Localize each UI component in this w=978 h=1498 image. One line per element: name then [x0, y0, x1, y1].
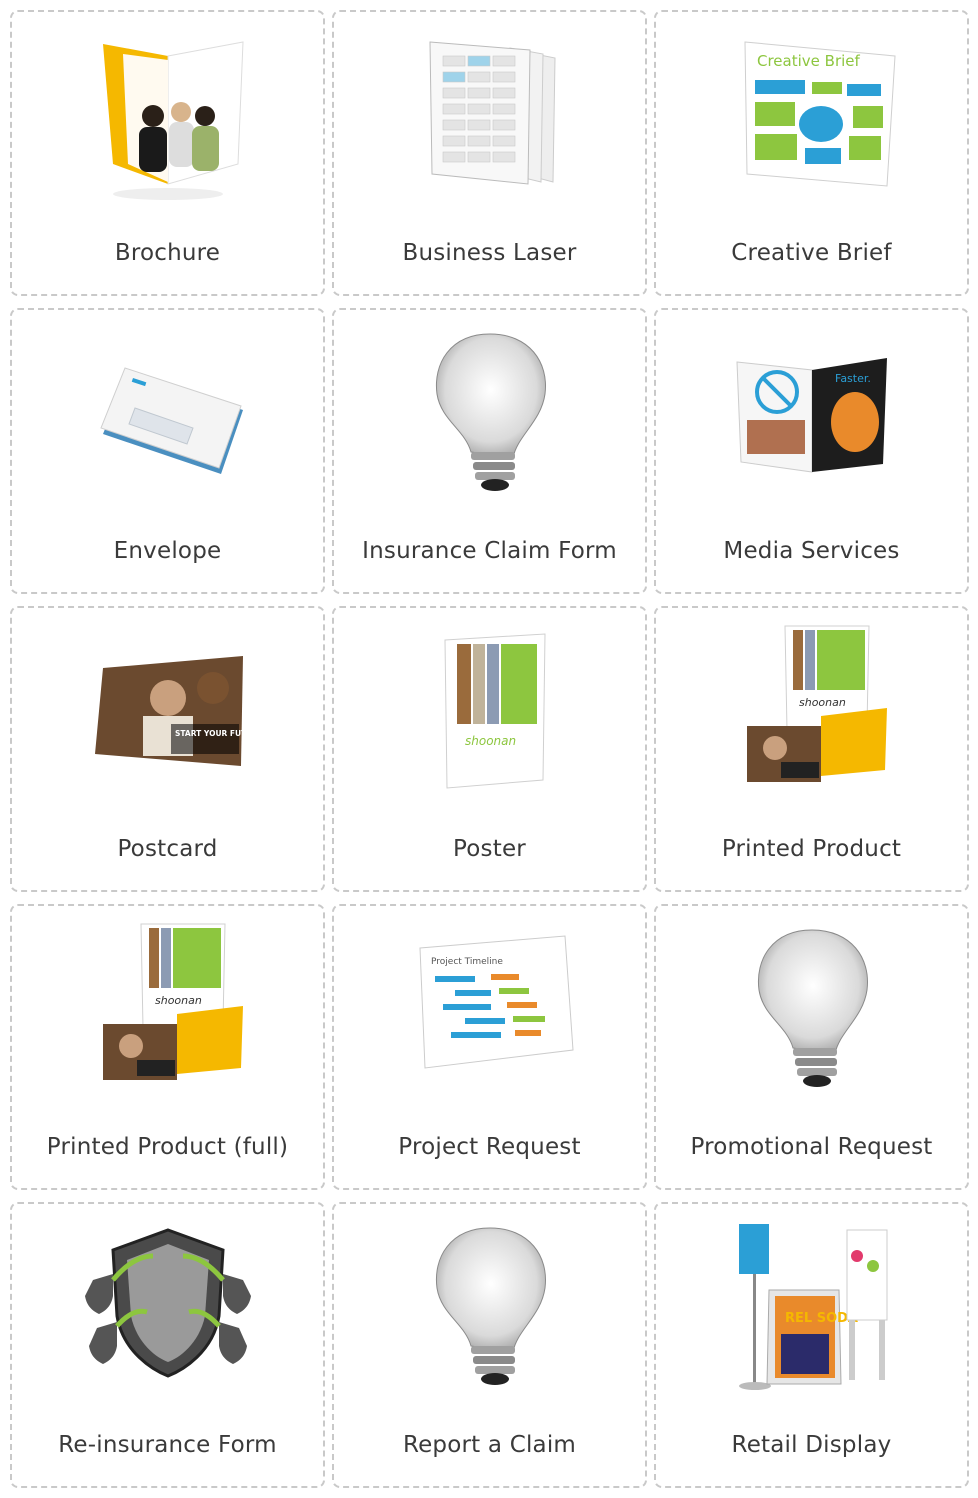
tile-printed-product[interactable]: shoonan Printed Product: [654, 606, 969, 892]
creative-brief-icon: Creative Brief: [717, 24, 907, 214]
tile-envelope[interactable]: Envelope: [10, 308, 325, 594]
shield-icon: [73, 1216, 263, 1406]
tile-brochure[interactable]: Brochure: [10, 10, 325, 296]
tile-promotional-request[interactable]: Promotional Request: [654, 904, 969, 1190]
tile-label: Media Services: [723, 538, 900, 564]
tile-label: Printed Product: [721, 836, 902, 862]
product-grid: Brochure Business Laser Creative Brief C…: [0, 0, 978, 1498]
tile-label: Business Laser: [402, 240, 577, 266]
tile-creative-brief[interactable]: Creative Brief Creative Brief: [654, 10, 969, 296]
poster-icon: shoonan: [395, 620, 585, 810]
tile-label: Re-insurance Form: [58, 1432, 277, 1458]
tile-label: Report a Claim: [402, 1432, 577, 1458]
brochure-icon: [73, 24, 263, 214]
tile-retail-display[interactable]: REL SODA Retail Display: [654, 1202, 969, 1488]
lightbulb-icon: [395, 322, 585, 512]
tile-label: Printed Product (full): [46, 1134, 289, 1160]
postcard-icon: START YOUR FUTURE TODAY: [73, 620, 263, 810]
tile-report-a-claim[interactable]: Report a Claim: [332, 1202, 647, 1488]
tile-label: Promotional Request: [690, 1134, 933, 1160]
poster-brand: shoonan: [465, 734, 516, 748]
tile-label: Envelope: [113, 538, 222, 564]
printed-product-brand: shoonan: [799, 696, 846, 709]
tile-poster[interactable]: shoonan Poster: [332, 606, 647, 892]
tile-project-request[interactable]: Project Timeline Project Request: [332, 904, 647, 1190]
tile-label: Poster: [453, 836, 526, 862]
business-laser-icon: [395, 24, 585, 214]
lightbulb-icon: [395, 1216, 585, 1406]
timeline-title: Project Timeline: [431, 957, 503, 967]
magazine-icon: Faster.: [717, 322, 907, 512]
tile-postcard[interactable]: START YOUR FUTURE TODAY Postcard: [10, 606, 325, 892]
postcard-headline: START YOUR FUTURE TODAY: [175, 729, 263, 738]
printed-product-icon: shoonan: [717, 620, 907, 810]
retail-display-icon: REL SODA: [717, 1216, 907, 1406]
media-headline: Faster.: [835, 372, 871, 385]
printed-product-icon: shoonan: [73, 918, 263, 1108]
creative-brief-title: Creative Brief: [757, 52, 861, 70]
tile-label: Brochure: [114, 240, 221, 266]
envelope-icon: [73, 322, 263, 512]
tile-insurance-claim-form[interactable]: Insurance Claim Form: [332, 308, 647, 594]
tile-printed-product-full[interactable]: shoonan Printed Product (full): [10, 904, 325, 1190]
tile-label: Insurance Claim Form: [362, 538, 617, 564]
tile-label: Creative Brief: [731, 240, 892, 266]
tile-label: Project Request: [398, 1134, 581, 1160]
tile-business-laser[interactable]: Business Laser: [332, 10, 647, 296]
lightbulb-icon: [717, 918, 907, 1108]
tile-media-services[interactable]: Faster. Media Services: [654, 308, 969, 594]
project-timeline-icon: Project Timeline: [395, 918, 585, 1108]
tile-label: Retail Display: [731, 1432, 892, 1458]
printed-product-full-brand: shoonan: [155, 994, 202, 1007]
tile-re-insurance-form[interactable]: Re-insurance Form: [10, 1202, 325, 1488]
tile-label: Postcard: [117, 836, 218, 862]
